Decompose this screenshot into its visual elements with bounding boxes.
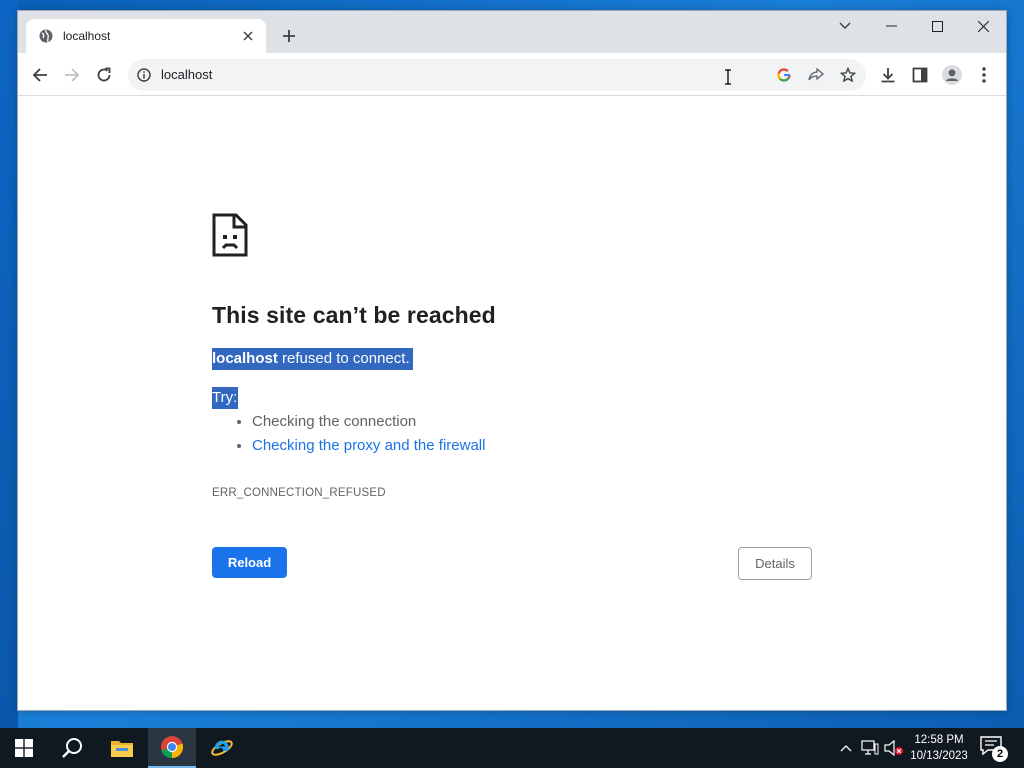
chrome-taskbar-button[interactable] <box>148 728 196 768</box>
file-explorer-button[interactable] <box>98 728 146 768</box>
notification-count-badge: 2 <box>992 746 1008 762</box>
show-hidden-icons-chevron-icon[interactable] <box>836 738 856 758</box>
clock-date: 10/13/2023 <box>910 750 968 762</box>
suggestion-item: Checking the proxy and the firewall <box>252 436 485 460</box>
new-tab-button[interactable] <box>278 25 300 47</box>
suggestion-item: Checking the connection <box>252 412 485 436</box>
network-icon[interactable] <box>860 738 880 758</box>
tab-title: localhost <box>63 29 111 43</box>
system-clock[interactable]: 12:58 PM 10/13/2023 <box>906 732 972 764</box>
globe-icon <box>38 28 54 44</box>
text-cursor-icon <box>724 69 732 85</box>
minimize-button[interactable] <box>868 11 914 41</box>
suggestion-check-connection: Checking the connection <box>252 413 417 430</box>
maximize-button[interactable] <box>914 11 960 41</box>
taskbar: 12:58 PM 10/13/2023 2 <box>0 728 1024 768</box>
reload-button[interactable]: Reload <box>212 547 287 578</box>
chrome-icon <box>161 736 184 759</box>
browser-toolbar: localhost <box>18 53 1006 96</box>
profile-avatar-icon[interactable] <box>939 62 965 88</box>
windows-logo-icon <box>15 739 33 757</box>
internet-explorer-icon <box>211 740 233 756</box>
try-label: Try: <box>212 387 239 409</box>
folder-icon <box>111 741 133 757</box>
start-button[interactable] <box>0 728 48 768</box>
tab-search-button[interactable] <box>822 11 868 41</box>
volume-muted-icon[interactable] <box>884 738 904 758</box>
action-center-button[interactable]: 2 <box>980 736 1010 762</box>
error-message: refused to connect. <box>277 350 410 367</box>
error-host: localhost <box>212 350 278 367</box>
download-icon[interactable] <box>875 62 901 88</box>
url-text: localhost <box>161 67 213 82</box>
close-tab-icon[interactable] <box>240 28 256 44</box>
tab-strip: localhost <box>18 11 1006 53</box>
suggestion-list: Checking the connection Checking the pro… <box>252 412 485 460</box>
site-info-icon[interactable] <box>136 67 152 83</box>
bookmark-star-icon[interactable] <box>838 65 858 85</box>
sad-page-icon <box>212 213 248 257</box>
share-icon[interactable] <box>806 65 826 85</box>
error-code: ERR_CONNECTION_REFUSED <box>212 487 386 499</box>
error-description: localhost refused to connect. <box>212 348 413 370</box>
search-icon <box>62 738 82 758</box>
proxy-firewall-link[interactable]: Checking the proxy and the firewall <box>252 437 485 454</box>
error-title: This site can’t be reached <box>212 302 496 328</box>
side-panel-icon[interactable] <box>907 62 933 88</box>
browser-window: localhost localhost This site can’t be r… <box>17 10 1007 711</box>
internet-explorer-button[interactable] <box>198 728 246 768</box>
details-button[interactable]: Details <box>738 547 812 580</box>
browser-tab[interactable]: localhost <box>26 19 266 53</box>
clock-time: 12:58 PM <box>914 734 964 746</box>
forward-button[interactable] <box>59 62 85 88</box>
close-window-button[interactable] <box>960 11 1006 41</box>
menu-kebab-icon[interactable] <box>971 62 997 88</box>
desktop-background <box>0 0 18 728</box>
address-bar[interactable]: localhost <box>128 59 866 91</box>
search-taskbar-button[interactable] <box>48 728 96 768</box>
window-controls <box>822 11 1006 41</box>
page-content: This site can’t be reached localhost ref… <box>18 97 1006 710</box>
google-lens-icon[interactable] <box>774 65 794 85</box>
back-button[interactable] <box>27 62 53 88</box>
refresh-button[interactable] <box>91 62 117 88</box>
